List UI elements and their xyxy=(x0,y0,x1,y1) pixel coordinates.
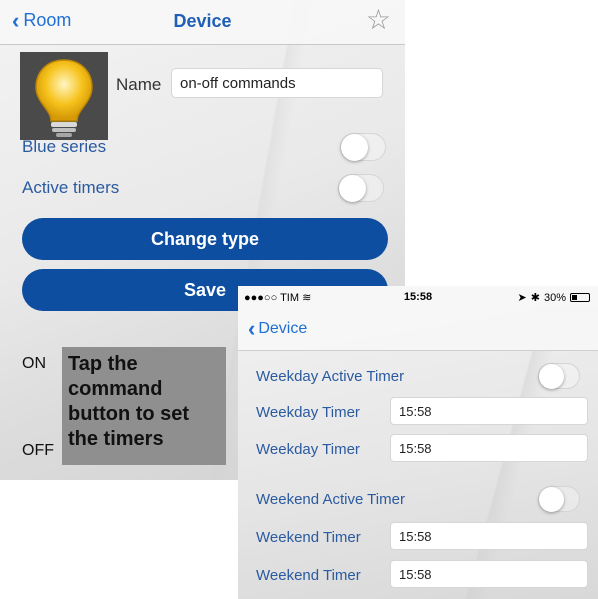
weekend-timer-label: Weekend Timer xyxy=(256,529,361,546)
on-command-button[interactable]: ON xyxy=(22,355,46,373)
active-timers-label: Active timers xyxy=(22,178,120,197)
back-button[interactable]: ‹ Device xyxy=(248,316,308,341)
battery-icon xyxy=(570,293,590,302)
toggle-knob xyxy=(539,487,564,512)
weekend-timer-field[interactable]: 15:58 xyxy=(390,560,588,588)
light-bulb-icon xyxy=(35,59,93,137)
status-right: ➤ ✱ 30% xyxy=(518,291,590,304)
star-icon[interactable]: ☆ xyxy=(366,6,391,34)
status-bar: ●●●○○ TIM ≋ 15:58 ➤ ✱ 30% xyxy=(238,286,598,308)
page-title: Device xyxy=(173,11,232,31)
weekend-active-timer-label: Weekend Active Timer xyxy=(256,491,405,508)
location-icon: ➤ xyxy=(517,292,527,304)
battery-percent: 30% xyxy=(543,291,566,304)
bluetooth-icon: ✱ xyxy=(530,292,540,304)
device-icon[interactable] xyxy=(20,52,108,140)
name-field[interactable]: on-off commands xyxy=(171,68,383,98)
active-timers-toggle[interactable] xyxy=(338,174,384,202)
weekday-timer-label: Weekday Timer xyxy=(256,441,360,458)
weekday-timer-field[interactable]: 15:58 xyxy=(390,397,588,425)
timer-screen: ●●●○○ TIM ≋ 15:58 ➤ ✱ 30% ‹ Device Weekd… xyxy=(238,286,598,599)
navigation-bar: ‹ Device xyxy=(238,308,598,351)
back-label: Device xyxy=(258,320,308,337)
navigation-bar: ‹ Room Device ☆ xyxy=(0,0,405,45)
blue-series-toggle[interactable] xyxy=(340,133,386,161)
weekday-timer-label: Weekday Timer xyxy=(256,404,360,421)
name-label: Name xyxy=(116,75,162,94)
toggle-knob xyxy=(539,364,564,389)
weekend-timer-field[interactable]: 15:58 xyxy=(390,522,588,550)
blue-series-label: Blue series xyxy=(22,137,107,156)
weekday-timer-field[interactable]: 15:58 xyxy=(390,434,588,462)
weekday-active-toggle[interactable] xyxy=(538,363,580,389)
toggle-knob xyxy=(341,134,368,161)
instruction-callout: Tap the command button to set the timers xyxy=(62,347,226,465)
weekday-active-timer-label: Weekday Active Timer xyxy=(256,368,405,385)
weekend-timer-label: Weekend Timer xyxy=(256,567,361,584)
change-type-button[interactable]: Change type xyxy=(22,218,388,260)
weekend-active-toggle[interactable] xyxy=(538,486,580,512)
off-command-button[interactable]: OFF xyxy=(22,442,54,460)
toggle-knob xyxy=(339,175,366,202)
chevron-left-icon: ‹ xyxy=(248,316,256,341)
